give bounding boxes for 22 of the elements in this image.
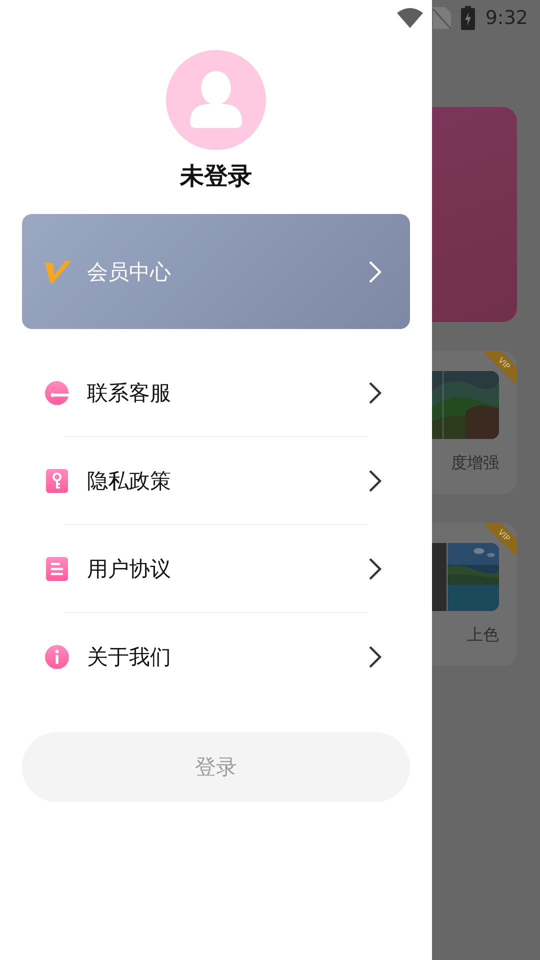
chevron-right-icon [368, 556, 382, 580]
chevron-right-icon [368, 380, 382, 404]
menu-item[interactable]: 联系客服 [22, 349, 410, 436]
key-icon [45, 468, 69, 492]
battery-charging-icon [461, 6, 476, 30]
menu-item[interactable]: 用户协议 [22, 525, 410, 612]
document-icon [45, 556, 69, 580]
chat-bubble-icon [45, 380, 69, 404]
chevron-right-icon [368, 644, 382, 668]
chevron-right-icon [368, 468, 382, 492]
menu-item[interactable]: 隐私政策 [22, 437, 410, 524]
info-icon [45, 644, 69, 668]
status-time: 9:32 [485, 7, 528, 29]
chevron-right-icon [368, 260, 382, 284]
avatar-icon[interactable] [166, 50, 266, 150]
card-title: 上色 [467, 625, 499, 646]
v-logo-icon [45, 260, 71, 282]
no-sim-icon [433, 7, 452, 29]
menu-item[interactable]: 关于我们 [22, 613, 410, 700]
username-label: 未登录 [180, 161, 252, 192]
wifi-icon [397, 8, 424, 28]
card-title: 度增强 [451, 453, 499, 474]
